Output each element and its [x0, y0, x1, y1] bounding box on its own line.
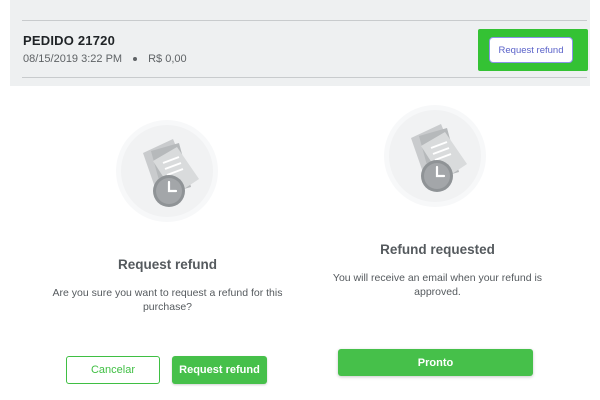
- success-message: You will receive an email when your refu…: [332, 272, 543, 298]
- success-title: Refund requested: [380, 242, 495, 257]
- order-date: 08/15/2019 3:22 PM: [23, 53, 123, 65]
- divider: [22, 20, 587, 21]
- confirm-refund-button[interactable]: Request refund: [172, 356, 267, 384]
- cancel-button[interactable]: Cancelar: [66, 356, 160, 384]
- order-amount: R$ 0,00: [148, 53, 187, 65]
- request-refund-button[interactable]: Request refund: [489, 37, 573, 63]
- confirm-message: Are you sure you want to request a refun…: [52, 287, 283, 313]
- confirm-title: Request refund: [117, 257, 217, 272]
- divider: [22, 77, 587, 78]
- refund-receipt-clock-icon: [389, 110, 481, 202]
- separator-dot: [133, 57, 138, 61]
- done-button[interactable]: Pronto: [338, 349, 533, 376]
- refund-receipt-clock-icon: [121, 125, 213, 217]
- order-meta: 08/15/2019 3:22 PM R$ 0,00: [23, 53, 187, 65]
- order-title: PEDIDO 21720: [23, 33, 116, 48]
